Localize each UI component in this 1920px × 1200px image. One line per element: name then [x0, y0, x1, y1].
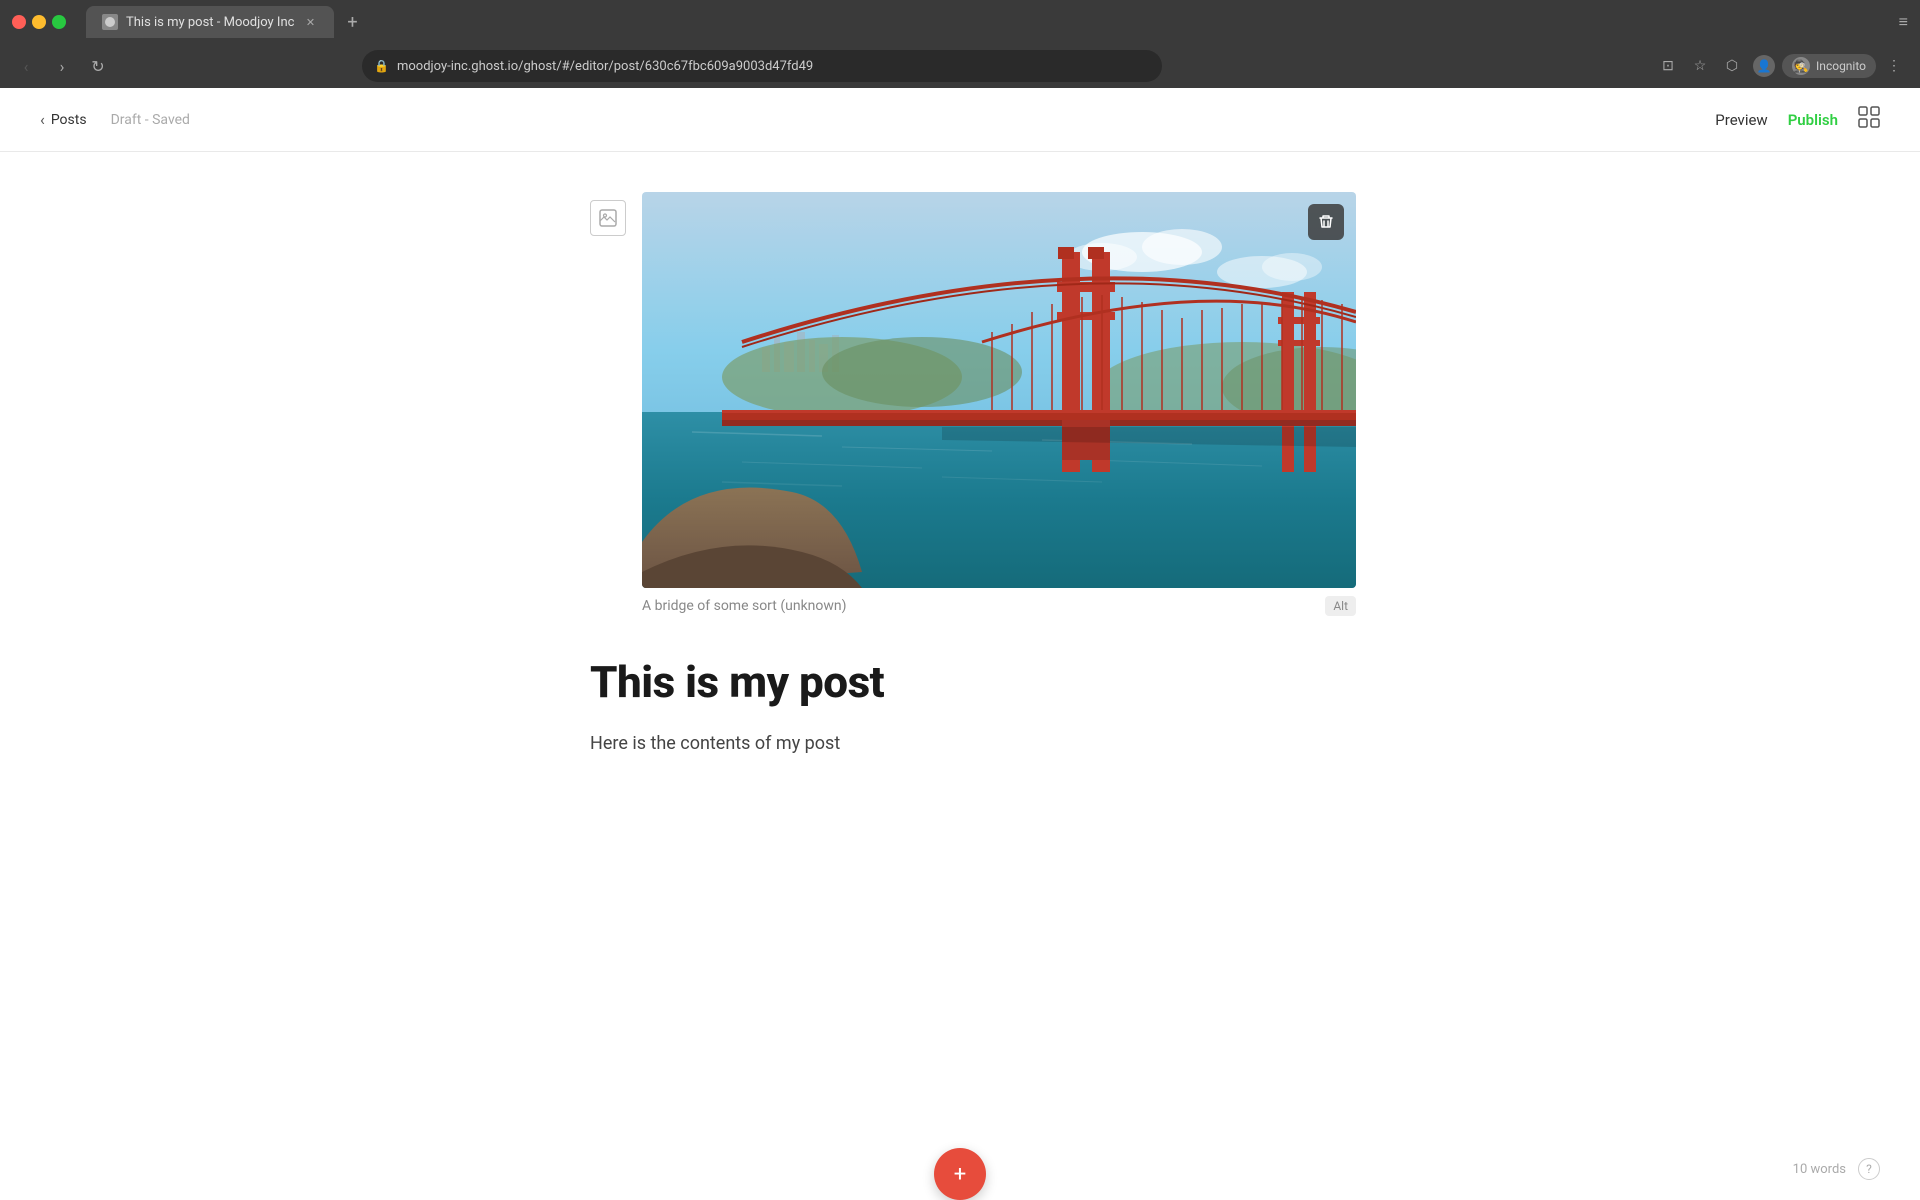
toolbar-actions: ⊡ ☆ ⬡ 👤 🕵 Incognito ⋮: [1654, 52, 1908, 80]
close-traffic-light[interactable]: [12, 15, 26, 29]
add-image-button[interactable]: [590, 200, 626, 236]
refresh-button[interactable]: ↻: [84, 52, 112, 80]
post-title[interactable]: This is my post: [590, 656, 1330, 709]
back-button[interactable]: ‹: [12, 52, 40, 80]
back-arrow-icon: ‹: [40, 110, 45, 129]
lock-icon: 🔒: [374, 59, 389, 73]
draft-status: Draft - Saved: [111, 112, 190, 128]
publish-button[interactable]: Publish: [1788, 111, 1838, 129]
post-body[interactable]: Here is the contents of my post: [590, 729, 1330, 760]
image-caption: A bridge of some sort (unknown): [642, 598, 1325, 614]
new-tab-button[interactable]: +: [338, 8, 366, 36]
alt-text-button[interactable]: Alt: [1325, 596, 1356, 616]
delete-image-button[interactable]: [1308, 204, 1344, 240]
active-tab[interactable]: This is my post - Moodjoy Inc ✕: [86, 6, 334, 38]
editor-content: A bridge of some sort (unknown) Alt This…: [0, 152, 1920, 1200]
maximize-traffic-light[interactable]: [52, 15, 66, 29]
menu-button[interactable]: ⋮: [1880, 52, 1908, 80]
incognito-label: Incognito: [1816, 59, 1866, 73]
cast-button[interactable]: ⊡: [1654, 52, 1682, 80]
tab-end: ≡: [1899, 12, 1908, 32]
forward-button[interactable]: ›: [48, 52, 76, 80]
feature-image: [642, 192, 1356, 588]
fab-icon: +: [954, 1162, 966, 1187]
word-count: 10 words: [1793, 1162, 1846, 1177]
browser-toolbar: ‹ › ↻ 🔒 moodjoy-inc.ghost.io/ghost/#/edi…: [0, 44, 1920, 88]
tab-title: This is my post - Moodjoy Inc: [126, 15, 294, 30]
address-bar[interactable]: 🔒 moodjoy-inc.ghost.io/ghost/#/editor/po…: [362, 50, 1162, 82]
url-text: moodjoy-inc.ghost.io/ghost/#/editor/post…: [397, 59, 1150, 74]
minimize-traffic-light[interactable]: [32, 15, 46, 29]
back-label: Posts: [51, 112, 87, 128]
browser-chrome: This is my post - Moodjoy Inc ✕ + ≡ ‹ › …: [0, 0, 1920, 88]
image-caption-row: A bridge of some sort (unknown) Alt: [642, 596, 1356, 616]
fab-area: +: [934, 1148, 986, 1200]
preview-button[interactable]: Preview: [1715, 111, 1767, 129]
traffic-lights: [12, 15, 66, 29]
profile-button[interactable]: 👤: [1750, 52, 1778, 80]
settings-button[interactable]: [1858, 106, 1880, 133]
tab-bar: This is my post - Moodjoy Inc ✕ +: [86, 6, 1891, 38]
ghost-editor: ‹ Posts Draft - Saved Preview Publish: [0, 88, 1920, 1200]
feature-image-area: A bridge of some sort (unknown) Alt: [590, 192, 1330, 616]
tab-favicon: [102, 14, 118, 30]
incognito-icon: 🕵: [1792, 57, 1810, 75]
header-actions: Preview Publish: [1715, 106, 1880, 133]
content-wrapper: A bridge of some sort (unknown) Alt This…: [590, 192, 1330, 759]
image-container: A bridge of some sort (unknown) Alt: [642, 192, 1356, 616]
tab-close-button[interactable]: ✕: [302, 14, 318, 30]
bookmark-button[interactable]: ☆: [1686, 52, 1714, 80]
editor-footer: 10 words ?: [1793, 1158, 1880, 1180]
help-button[interactable]: ?: [1858, 1158, 1880, 1180]
browser-titlebar: This is my post - Moodjoy Inc ✕ + ≡: [0, 0, 1920, 44]
incognito-badge: 🕵 Incognito: [1782, 54, 1876, 78]
extensions-button[interactable]: ⬡: [1718, 52, 1746, 80]
back-to-posts-button[interactable]: ‹ Posts: [40, 110, 87, 129]
editor-header: ‹ Posts Draft - Saved Preview Publish: [0, 88, 1920, 152]
fab-button[interactable]: +: [934, 1148, 986, 1200]
